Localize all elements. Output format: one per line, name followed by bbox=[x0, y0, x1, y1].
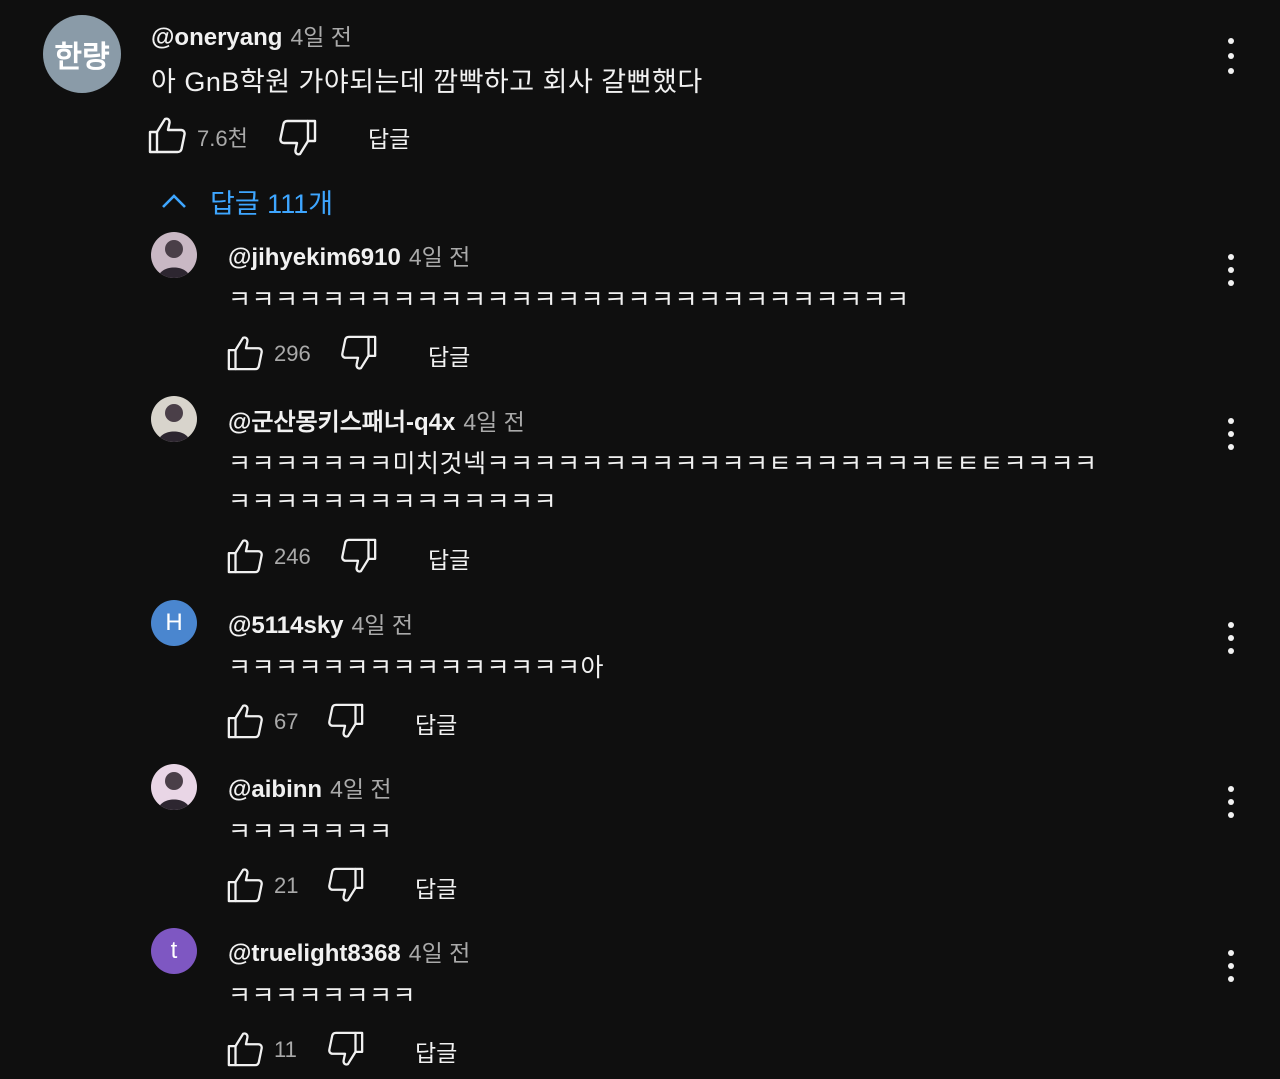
chevron-up-icon bbox=[162, 193, 186, 208]
reply-button[interactable]: 답글 bbox=[415, 1034, 457, 1068]
comment-text: 아 GnB학원 가야되는데 깜빡하고 회사 갈뻔했다 bbox=[151, 67, 703, 97]
like-count: 67 bbox=[274, 709, 299, 734]
reply-avatar[interactable] bbox=[151, 764, 197, 810]
like-count: 246 bbox=[274, 544, 311, 569]
reply-button[interactable]: 답글 bbox=[415, 870, 457, 904]
like-button[interactable] bbox=[226, 334, 264, 372]
profile-photo-icon bbox=[158, 240, 190, 278]
thumb-up-icon bbox=[148, 117, 186, 154]
more-actions-icon[interactable] bbox=[1219, 786, 1243, 818]
dislike-button[interactable] bbox=[327, 1030, 365, 1068]
thumb-down-icon bbox=[328, 1031, 364, 1066]
reply-time[interactable]: 4일 전 bbox=[409, 244, 471, 270]
like-button[interactable] bbox=[226, 537, 264, 575]
replies-count-label: 답글 111개 bbox=[210, 189, 334, 219]
thumb-down-icon bbox=[341, 335, 377, 370]
reply-header: @aibinn 4일 전 bbox=[228, 770, 392, 804]
thumb-up-icon bbox=[227, 539, 263, 574]
reply-avatar[interactable]: t bbox=[151, 928, 197, 974]
reply-avatar[interactable]: H bbox=[151, 600, 197, 646]
thumb-up-icon bbox=[227, 704, 263, 739]
reply-avatar[interactable] bbox=[151, 396, 197, 442]
profile-photo-icon bbox=[158, 404, 190, 442]
reply-author[interactable]: @5114sky bbox=[228, 612, 344, 639]
like-count: 11 bbox=[274, 1037, 297, 1062]
comment-time[interactable]: 4일 전 bbox=[290, 24, 352, 50]
reply-header: @5114sky 4일 전 bbox=[228, 606, 413, 640]
thumb-down-icon bbox=[279, 119, 317, 156]
reply-header: @truelight8368 4일 전 bbox=[228, 934, 470, 968]
like-button[interactable] bbox=[226, 702, 264, 740]
reply-text: ㅋㅋㅋㅋㅋㅋㅋㅋ bbox=[228, 982, 417, 1010]
more-actions-icon[interactable] bbox=[1219, 622, 1243, 654]
reply-author[interactable]: @aibinn bbox=[228, 776, 322, 803]
dislike-button[interactable] bbox=[340, 334, 378, 372]
more-actions-icon[interactable] bbox=[1219, 950, 1243, 982]
avatar[interactable]: 한량 bbox=[43, 15, 121, 93]
reply-button[interactable]: 답글 bbox=[428, 541, 470, 575]
comment-author[interactable]: @oneryang bbox=[151, 24, 282, 51]
reply-header: @jihyekim6910 4일 전 bbox=[228, 238, 470, 272]
like-count: 21 bbox=[274, 873, 299, 898]
replies-toggle[interactable]: 답글 111개 bbox=[158, 182, 333, 221]
like-count: 7.6천 bbox=[197, 126, 248, 151]
more-actions-icon[interactable] bbox=[1219, 418, 1243, 450]
avatar-letter: H bbox=[165, 609, 183, 636]
comment-header: @oneryang 4일 전 bbox=[151, 18, 352, 52]
avatar-text: 한량 bbox=[54, 41, 110, 74]
dislike-button[interactable] bbox=[327, 702, 365, 740]
reply-header: @군산몽키스패너-q4x 4일 전 bbox=[228, 402, 525, 437]
avatar-letter: t bbox=[170, 937, 178, 964]
reply-author[interactable]: @jihyekim6910 bbox=[228, 244, 401, 271]
thumb-up-icon bbox=[227, 868, 263, 903]
reply-button[interactable]: 답글 bbox=[428, 338, 470, 372]
reply-button[interactable]: 답글 bbox=[415, 706, 457, 740]
thumb-up-icon bbox=[227, 336, 263, 371]
reply-time[interactable]: 4일 전 bbox=[330, 776, 392, 802]
reply-avatar[interactable] bbox=[151, 232, 197, 278]
reply-author[interactable]: @군산몽키스패너-q4x bbox=[228, 409, 455, 436]
reply-time[interactable]: 4일 전 bbox=[463, 409, 525, 435]
thumb-down-icon bbox=[328, 703, 364, 738]
dislike-button[interactable] bbox=[327, 866, 365, 904]
more-actions-icon[interactable] bbox=[1219, 254, 1243, 286]
thumb-down-icon bbox=[328, 867, 364, 902]
like-count: 296 bbox=[274, 341, 311, 366]
thumb-up-icon bbox=[227, 1032, 263, 1067]
reply-text: ㅋㅋㅋㅋㅋㅋㅋ bbox=[228, 818, 393, 846]
reply-text: ㅋㅋㅋㅋㅋㅋㅋㅋㅋㅋㅋㅋㅋㅋㅋ아 bbox=[228, 654, 605, 682]
reply-time[interactable]: 4일 전 bbox=[352, 612, 414, 638]
like-button[interactable] bbox=[226, 1030, 264, 1068]
dislike-button[interactable] bbox=[340, 537, 378, 575]
reply-author[interactable]: @truelight8368 bbox=[228, 940, 401, 967]
like-button[interactable] bbox=[147, 115, 187, 155]
dislike-button[interactable] bbox=[278, 118, 318, 158]
reply-text: ㅋㅋㅋㅋㅋㅋㅋ미치것넥ㅋㅋㅋㅋㅋㅋㅋㅋㅋㅋㅋㅋㅌㅋㅋㅋㅋㅋㅋㅌㅌㅌㅋㅋㅋㅋ bbox=[228, 450, 1098, 478]
thumb-down-icon bbox=[341, 538, 377, 573]
reply-button[interactable]: 답글 bbox=[368, 120, 410, 154]
profile-photo-icon bbox=[158, 772, 190, 810]
like-button[interactable] bbox=[226, 866, 264, 904]
reply-text: ㅋㅋㅋㅋㅋㅋㅋㅋㅋㅋㅋㅋㅋㅋㅋㅋㅋㅋㅋㅋㅋㅋㅋㅋㅋㅋㅋㅋㅋ bbox=[228, 286, 910, 314]
reply-text: ㅋㅋㅋㅋㅋㅋㅋㅋㅋㅋㅋㅋㅋㅋ bbox=[228, 488, 558, 516]
more-actions-icon[interactable] bbox=[1219, 38, 1243, 74]
reply-time[interactable]: 4일 전 bbox=[409, 940, 471, 966]
